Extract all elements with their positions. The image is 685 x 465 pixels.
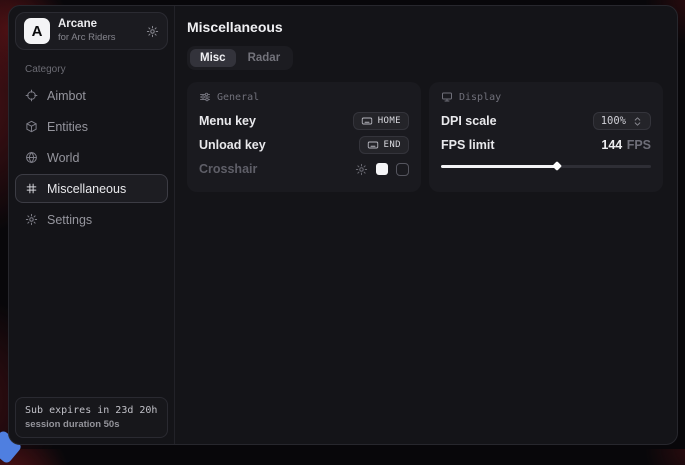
chevrons-up-down-icon (632, 116, 643, 127)
crosshair-row: Crosshair (199, 157, 409, 181)
grid-icon (25, 182, 38, 195)
display-card-title: Display (459, 92, 501, 103)
sidebar-nav: Aimbot Entities World (15, 81, 168, 234)
sidebar-item-miscellaneous[interactable]: Miscellaneous (15, 174, 168, 203)
fps-limit-unit: FPS (627, 138, 651, 152)
page-title: Miscellaneous (187, 19, 663, 35)
app-window: A Arcane for Arc Riders Category (8, 5, 678, 445)
tab-misc[interactable]: Misc (190, 49, 236, 67)
crosshair-checkbox[interactable] (396, 163, 409, 176)
subscription-info-card: Sub expires in 23d 20h session duration … (15, 397, 168, 438)
crosshair-color-swatch[interactable] (376, 163, 388, 175)
sliders-icon (199, 91, 211, 103)
sub-expires-text: Sub expires in 23d 20h (25, 405, 158, 416)
fps-limit-row: FPS limit 144 FPS (441, 133, 651, 157)
app-name: Arcane (58, 18, 116, 32)
sidebar-item-entities[interactable]: Entities (15, 112, 168, 141)
globe-icon (25, 151, 38, 164)
unload-key-value: END (384, 140, 401, 150)
app-card: A Arcane for Arc Riders (15, 12, 168, 50)
display-card: Display DPI scale 100% FPS limit (429, 82, 663, 192)
dpi-scale-label: DPI scale (441, 114, 497, 128)
unload-key-row: Unload key END (199, 133, 409, 157)
settings-cards: General Menu key HOME Unload key (187, 82, 663, 192)
sidebar-item-aimbot[interactable]: Aimbot (15, 81, 168, 110)
monitor-icon (441, 91, 453, 103)
app-meta: Arcane for Arc Riders (58, 18, 116, 43)
unload-key-label: Unload key (199, 138, 266, 152)
category-label: Category (25, 64, 168, 75)
fps-slider-thumb[interactable] (552, 161, 562, 171)
crosshair-controls (355, 163, 409, 176)
app-settings-gear-icon[interactable] (146, 25, 159, 38)
sidebar-item-label: Settings (47, 213, 92, 227)
app-subtitle: for Arc Riders (58, 32, 116, 43)
sidebar-item-label: Miscellaneous (47, 182, 126, 196)
session-duration-text: session duration 50s (25, 419, 158, 430)
fps-limit-readout: 144 FPS (601, 136, 651, 154)
tab-radar[interactable]: Radar (238, 49, 291, 67)
main-content: Miscellaneous Misc Radar General Menu ke… (175, 6, 677, 444)
cube-icon (25, 120, 38, 133)
dpi-scale-row: DPI scale 100% (441, 109, 651, 133)
fps-limit-label: FPS limit (441, 138, 494, 152)
fps-slider-fill (441, 165, 557, 168)
sidebar-item-world[interactable]: World (15, 143, 168, 172)
sidebar-item-settings[interactable]: Settings (15, 205, 168, 234)
general-card: General Menu key HOME Unload key (187, 82, 421, 192)
sidebar-item-label: Aimbot (47, 89, 86, 103)
menu-key-value: HOME (378, 116, 401, 126)
fps-limit-slider[interactable] (441, 160, 651, 172)
crosshair-label: Crosshair (199, 162, 257, 176)
gear-icon (25, 213, 38, 226)
menu-key-button[interactable]: HOME (353, 112, 409, 130)
crosshair-settings-gear-icon[interactable] (355, 163, 368, 176)
sidebar: A Arcane for Arc Riders Category (9, 6, 175, 444)
sidebar-item-label: World (47, 151, 79, 165)
menu-key-label: Menu key (199, 114, 256, 128)
tab-bar: Misc Radar (187, 46, 293, 70)
keyboard-icon (367, 139, 379, 151)
general-card-header: General (199, 91, 409, 103)
crosshair-icon (25, 89, 38, 102)
app-logo: A (24, 18, 50, 44)
display-card-header: Display (441, 91, 651, 103)
dpi-scale-value: 100% (601, 115, 626, 127)
unload-key-button[interactable]: END (359, 136, 409, 154)
dpi-scale-select[interactable]: 100% (593, 112, 651, 130)
sidebar-item-label: Entities (47, 120, 88, 134)
fps-limit-value: 144 (601, 138, 622, 152)
general-card-title: General (217, 92, 259, 103)
menu-key-row: Menu key HOME (199, 109, 409, 133)
keyboard-icon (361, 115, 373, 127)
